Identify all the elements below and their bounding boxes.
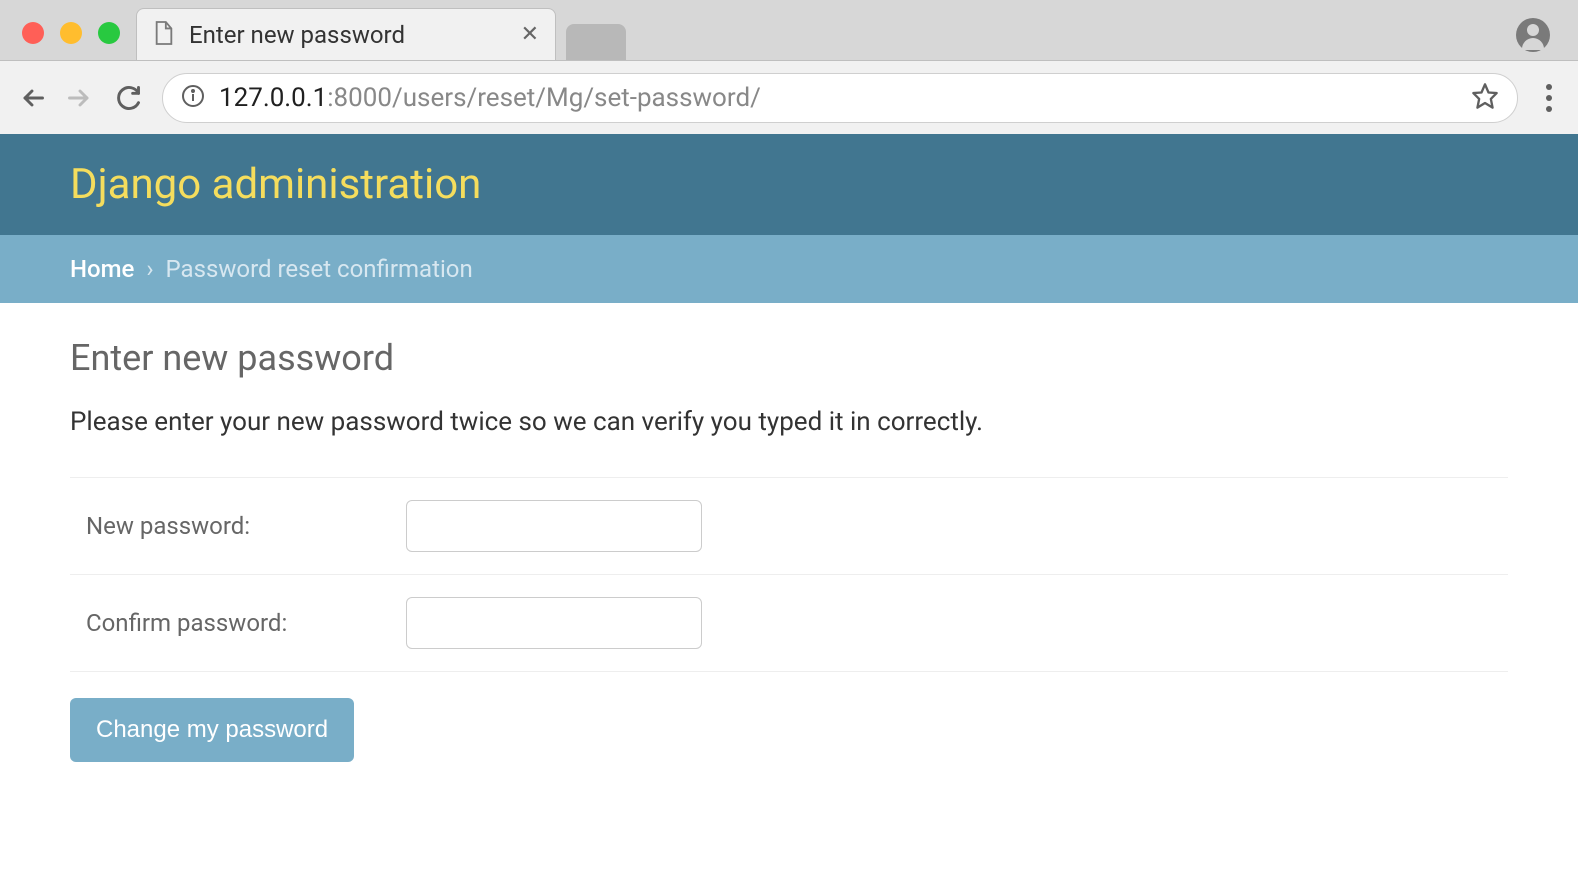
browser-chrome: Enter new password ✕	[0, 0, 1578, 134]
form-row-new-password: New password:	[70, 477, 1508, 575]
breadcrumb-home-link[interactable]: Home	[70, 255, 134, 283]
tab-close-icon[interactable]: ✕	[521, 22, 539, 47]
content: Enter new password Please enter your new…	[0, 303, 1578, 796]
confirm-password-input[interactable]	[406, 597, 702, 649]
form-row-confirm-password: Confirm password:	[70, 575, 1508, 672]
site-info-icon[interactable]	[181, 84, 205, 112]
page-title: Enter new password	[70, 337, 1508, 379]
breadcrumb-separator: ›	[146, 255, 153, 283]
change-password-button[interactable]: Change my password	[70, 698, 354, 762]
new-password-input[interactable]	[406, 500, 702, 552]
site-header: Django administration	[0, 134, 1578, 235]
window-minimize-button[interactable]	[60, 22, 82, 44]
browser-tab-active[interactable]: Enter new password ✕	[136, 8, 556, 60]
breadcrumb: Home › Password reset confirmation	[0, 235, 1578, 303]
breadcrumb-current: Password reset confirmation	[166, 255, 473, 283]
window-controls	[22, 22, 120, 44]
site-title: Django administration	[70, 160, 1508, 209]
url-bar[interactable]: 127.0.0.1:8000/users/reset/Mg/set-passwo…	[162, 73, 1518, 123]
file-icon	[153, 20, 175, 50]
tab-strip: Enter new password ✕	[0, 0, 1578, 60]
instruction-text: Please enter your new password twice so …	[70, 407, 1508, 437]
back-button[interactable]	[18, 84, 46, 112]
tab-title: Enter new password	[189, 21, 507, 49]
browser-toolbar: 127.0.0.1:8000/users/reset/Mg/set-passwo…	[0, 60, 1578, 134]
forward-button[interactable]	[66, 84, 94, 112]
new-password-label: New password:	[86, 512, 406, 540]
bookmark-star-icon[interactable]	[1471, 82, 1499, 114]
reload-button[interactable]	[114, 84, 142, 112]
new-tab-button[interactable]	[566, 24, 626, 60]
account-icon[interactable]	[1516, 18, 1550, 52]
confirm-password-label: Confirm password:	[86, 609, 406, 637]
window-close-button[interactable]	[22, 22, 44, 44]
window-maximize-button[interactable]	[98, 22, 120, 44]
url-text: 127.0.0.1:8000/users/reset/Mg/set-passwo…	[219, 83, 1457, 113]
browser-menu-button[interactable]	[1538, 84, 1560, 112]
